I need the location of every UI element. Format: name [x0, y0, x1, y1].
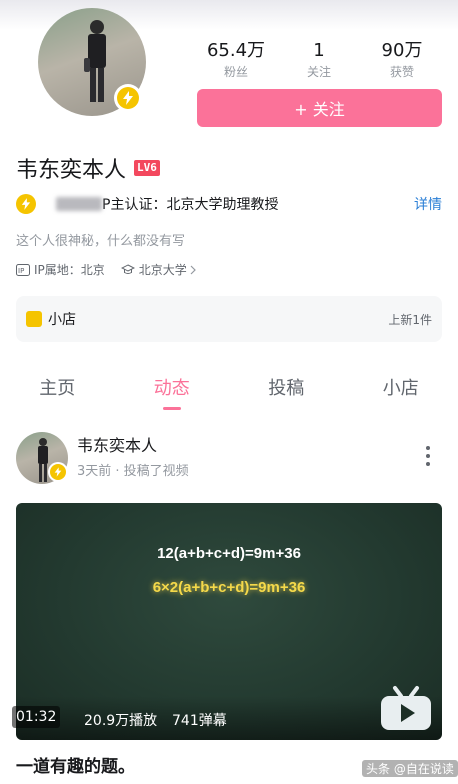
certification-text: P主认证：北京大学助理教授	[102, 197, 279, 213]
post-meta: 3天前 · 投稿了视频	[77, 464, 189, 479]
stat-fans[interactable]: 65.4万 粉丝	[196, 40, 276, 80]
video-duration: 01:32	[12, 706, 61, 728]
stat-label: 关注	[306, 65, 331, 79]
stat-likes[interactable]: 90万 获赞	[362, 40, 442, 80]
more-options-button[interactable]	[418, 443, 438, 469]
tab-uploads[interactable]: 投稿	[229, 372, 344, 412]
shop-card[interactable]: 小店 上新1件	[16, 296, 442, 342]
stat-value: 90万	[381, 40, 423, 61]
watermark: 头条 @自在说读	[362, 760, 458, 777]
follow-button[interactable]: + 关注	[197, 89, 442, 127]
redacted-text	[56, 197, 102, 211]
shop-icon	[26, 311, 42, 327]
shop-new-items: 上新1件	[388, 312, 432, 327]
profile-tags: IP IP属地：北京 北京大学	[16, 261, 217, 278]
profile-stats: 65.4万 粉丝 1 关注 90万 获赞	[196, 40, 442, 80]
user-name: 韦东奕本人	[16, 158, 127, 183]
dot	[426, 454, 430, 458]
school-tag[interactable]: 北京大学	[120, 261, 201, 278]
bio-text: 这个人很神秘，什么都没有写	[16, 234, 186, 249]
svg-text:IP: IP	[18, 267, 24, 275]
detail-link[interactable]: 详情	[414, 194, 442, 214]
ip-location-tag: IP IP属地：北京	[16, 261, 105, 278]
ip-location-text: IP属地：北京	[34, 263, 105, 277]
equation-line-2: 6×2(a+b+c+d)=9m+36	[152, 579, 306, 596]
profile-avatar[interactable]	[38, 8, 146, 116]
tv-play-icon[interactable]	[379, 684, 433, 732]
video-play-count: 20.9万播放	[84, 713, 158, 729]
post-verified-badge	[48, 462, 68, 482]
post-title[interactable]: 一道有趣的题。	[16, 752, 135, 777]
stat-label: 获赞	[389, 65, 414, 79]
stat-value: 1	[313, 40, 325, 61]
lightning-icon	[50, 464, 66, 480]
watermark-text: 头条 @自在说读	[366, 762, 454, 776]
equation-line-1: 12(a+b+c+d)=9m+36	[157, 545, 301, 562]
verified-badge	[114, 84, 142, 112]
video-danmaku-count: 741弹幕	[172, 713, 227, 729]
stat-label: 粉丝	[223, 65, 248, 79]
dot	[426, 446, 430, 450]
tab-home[interactable]: 主页	[0, 372, 115, 412]
school-text: 北京大学	[138, 263, 187, 277]
post-author-name[interactable]: 韦东奕本人	[77, 432, 157, 456]
dot	[426, 462, 430, 466]
certification-row: P主认证：北京大学助理教授 详情	[16, 192, 442, 216]
chevron-right-icon	[190, 265, 196, 274]
stat-value: 65.4万	[206, 40, 266, 61]
ip-icon: IP	[16, 263, 30, 276]
level-badge: LV6	[134, 160, 160, 176]
profile-tabs: 主页 动态 投稿 小店	[0, 372, 458, 412]
person-figure	[84, 20, 106, 102]
stat-following[interactable]: 1 关注	[279, 40, 359, 80]
certification-icon	[16, 194, 36, 214]
tab-label: 动态	[153, 378, 190, 399]
tab-shop[interactable]: 小店	[344, 372, 458, 412]
lightning-icon	[117, 87, 139, 109]
shop-label: 小店	[48, 312, 76, 328]
graduation-cap-icon	[120, 263, 135, 274]
active-tab-indicator	[162, 407, 181, 410]
name-row: 韦东奕本人 LV6	[16, 152, 160, 184]
tab-dynamic[interactable]: 动态	[115, 372, 230, 412]
